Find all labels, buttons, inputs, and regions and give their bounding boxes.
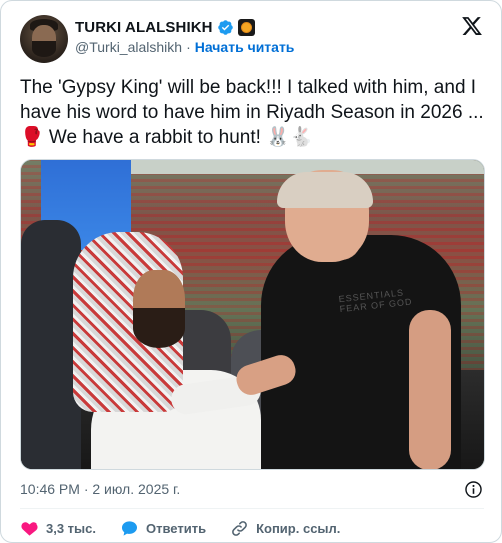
copy-link-button[interactable]: Копир. ссыл.	[230, 519, 340, 538]
speech-bubble-icon	[121, 520, 138, 536]
affiliation-badge-icon[interactable]	[237, 18, 255, 36]
follow-link[interactable]: Начать читать	[195, 39, 295, 55]
x-logo-icon[interactable]	[461, 15, 483, 37]
person-left	[21, 220, 81, 469]
tweet-text: The 'Gypsy King' will be back!!! I talke…	[20, 77, 484, 148]
tweet-card: TURKI ALALSHIKH @Turki_alalshikh · Начат…	[0, 0, 502, 543]
copy-link-label: Копир. ссыл.	[256, 520, 341, 536]
fury-arm	[409, 310, 451, 469]
verified-badge-icon	[217, 19, 233, 35]
reply-button[interactable]: Ответить	[120, 519, 206, 538]
tweet-photo[interactable]: ESSENTIALS FEAR OF GOD	[20, 159, 485, 470]
avatar-beard	[32, 41, 56, 57]
handle-separator: ·	[186, 39, 191, 55]
like-button[interactable]: 3,3 тыс.	[20, 519, 96, 538]
cap	[277, 172, 373, 208]
heart-icon	[21, 521, 38, 536]
sheikh-beard	[133, 308, 185, 348]
author-name[interactable]: TURKI ALALSHIKH	[75, 19, 213, 36]
tweet-timestamp[interactable]: 10:46 PM · 2 июл. 2025 г.	[20, 481, 180, 497]
actions-divider	[20, 508, 484, 509]
info-icon[interactable]	[464, 480, 483, 499]
like-count: 3,3 тыс.	[46, 520, 96, 536]
action-bar: 3,3 тыс. Ответить Копир. ссыл.	[20, 516, 364, 540]
author-name-row: TURKI ALALSHIKH	[75, 16, 255, 38]
link-icon	[232, 520, 247, 536]
stadium-roof	[111, 160, 484, 174]
reply-label: Ответить	[146, 520, 207, 536]
author-handle-row: @Turki_alalshikh · Начать читать	[75, 39, 294, 55]
author-avatar[interactable]	[20, 15, 68, 63]
author-handle[interactable]: @Turki_alalshikh	[75, 39, 182, 55]
